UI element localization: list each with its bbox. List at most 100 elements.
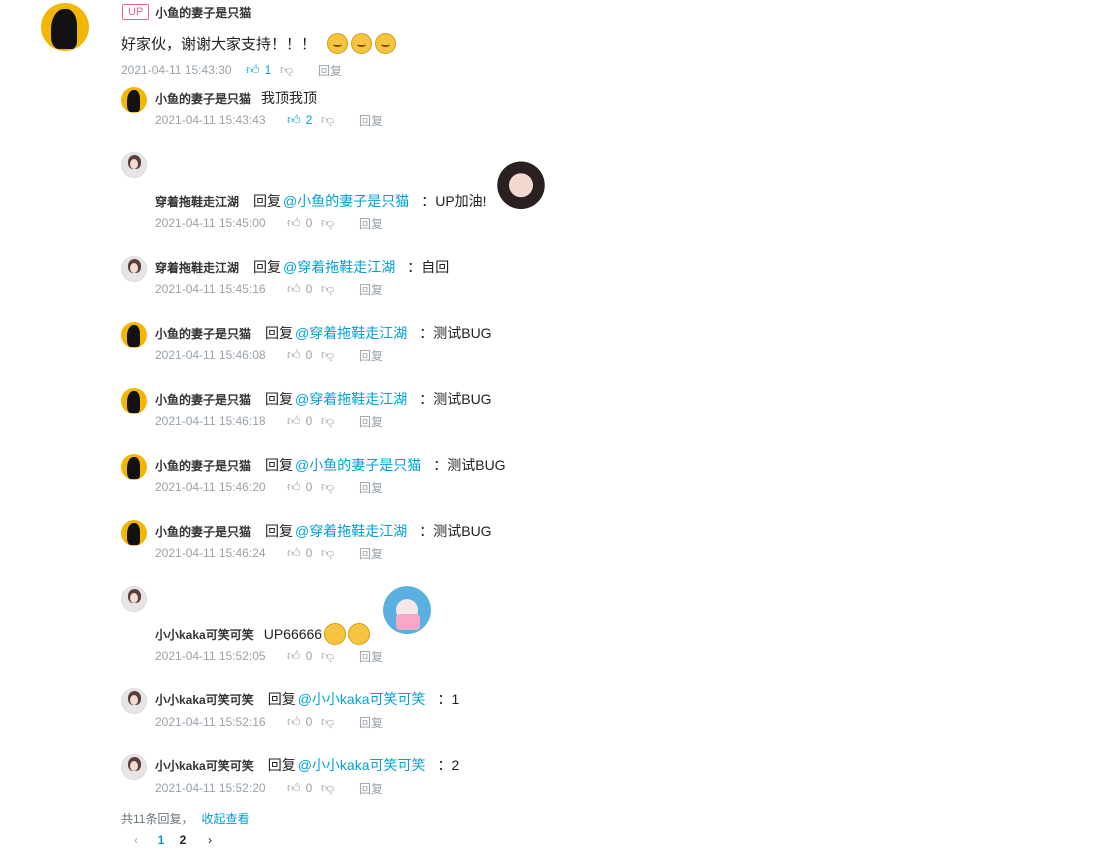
reply-prefix: 回复	[267, 757, 296, 773]
reply-meta: 2021-04-11 15:46:24 👍︎ 0 👎︎ 回复	[155, 544, 383, 562]
reply-text: UP66666	[263, 626, 323, 642]
doge-emoji-icon	[351, 32, 373, 54]
like-count: 0	[305, 480, 313, 494]
like-button[interactable]: 👍︎ 1	[246, 62, 280, 78]
thumbs-down-icon[interactable]: 👎︎	[321, 648, 359, 664]
thumbs-down-icon[interactable]: 👎︎	[321, 112, 359, 128]
mention-link[interactable]: @小小kaka可笑可笑	[298, 689, 426, 709]
thumbs-down-icon[interactable]: 👎︎	[321, 215, 359, 231]
reply-username[interactable]: 小鱼的妻子是只猫	[155, 457, 251, 474]
thumbs-down-icon[interactable]: 👎︎	[321, 479, 359, 495]
reply-text: ：测试BUG	[419, 325, 492, 341]
like-count: 0	[305, 546, 313, 560]
main-comment: UP 小鱼的妻子是只猫 好家伙，谢谢大家支持！！！ 2021-04-11 15:…	[121, 3, 1021, 79]
reply-avatar[interactable]	[121, 520, 147, 546]
reply-username[interactable]: 小小kaka可笑可笑	[155, 626, 254, 643]
reply-username[interactable]: 小鱼的妻子是只猫	[155, 523, 251, 540]
reply-text: ：测试BUG	[419, 391, 492, 407]
main-avatar[interactable]	[41, 3, 89, 51]
like-button[interactable]: 👍︎ 2	[287, 112, 321, 128]
thumbs-down-icon[interactable]: 👎︎	[321, 347, 359, 363]
reply-time: 2021-04-11 15:46:24	[155, 546, 266, 560]
mention-link[interactable]: @小鱼的妻子是只猫	[283, 191, 409, 211]
like-button[interactable]: 👍︎ 0	[287, 413, 321, 429]
reply-button[interactable]: 回复	[359, 347, 383, 364]
reply-button[interactable]: 回复	[359, 413, 383, 430]
reply-content: 穿着拖鞋走江湖 回复 @小鱼的妻子是只猫 ：UP加油!	[155, 191, 487, 211]
reply-prefix: 回复	[265, 325, 294, 341]
reply-button[interactable]: 回复	[318, 62, 342, 79]
like-button[interactable]: 👍︎ 0	[287, 545, 321, 561]
reply-button[interactable]: 回复	[359, 714, 383, 731]
page-1-button[interactable]: 1	[151, 833, 171, 847]
reply-avatar[interactable]	[121, 688, 147, 714]
like-button[interactable]: 👍︎ 0	[287, 347, 321, 363]
collapse-link[interactable]: 收起查看	[201, 812, 249, 826]
thumbs-up-icon: 👍︎	[287, 714, 301, 729]
mention-link[interactable]: @穿着拖鞋走江湖	[295, 389, 407, 409]
reply-button[interactable]: 回复	[359, 545, 383, 562]
reply-avatar[interactable]	[121, 256, 147, 282]
reply-username[interactable]: 穿着拖鞋走江湖	[155, 193, 239, 210]
reply-button[interactable]: 回复	[359, 281, 383, 298]
reply-avatar[interactable]	[121, 754, 147, 780]
reply-username[interactable]: 小鱼的妻子是只猫	[155, 391, 251, 408]
thumbs-up-icon: 👍︎	[287, 281, 301, 296]
reply-button[interactable]: 回复	[359, 112, 383, 129]
reply-avatar[interactable]	[121, 388, 147, 414]
reply-meta: 2021-04-11 15:52:20 👍︎ 0 👎︎ 回复	[155, 779, 383, 797]
main-username[interactable]: 小鱼的妻子是只猫	[155, 4, 251, 21]
reply-avatar[interactable]	[121, 152, 147, 178]
next-page-button[interactable]: ›	[195, 833, 225, 847]
thumbs-up-icon: 👍︎	[287, 112, 301, 127]
mention-link[interactable]: @穿着拖鞋走江湖	[295, 323, 407, 343]
reply-button[interactable]: 回复	[359, 648, 383, 665]
reply-avatar[interactable]	[121, 586, 147, 612]
reply-avatar[interactable]	[121, 322, 147, 348]
reply-username[interactable]: 小小kaka可笑可笑	[155, 757, 254, 774]
thumbs-down-icon[interactable]: 👎︎	[321, 281, 359, 297]
reply-content: 小鱼的妻子是只猫 回复 @穿着拖鞋走江湖 ：测试BUG	[155, 389, 492, 409]
page-2-button[interactable]: 2	[171, 833, 195, 847]
like-button[interactable]: 👍︎ 0	[287, 714, 321, 730]
mention-link[interactable]: @小小kaka可笑可笑	[298, 755, 426, 775]
like-button[interactable]: 👍︎ 0	[287, 479, 321, 495]
reply-username[interactable]: 小鱼的妻子是只猫	[155, 325, 251, 342]
reply-meta: 2021-04-11 15:45:16 👍︎ 0 👎︎ 回复	[155, 280, 383, 298]
like-button[interactable]: 👍︎ 0	[287, 648, 321, 664]
doge-emoji-icon	[375, 32, 397, 54]
up-badge: UP	[122, 4, 150, 20]
pagination: ‹ 1 2 ›	[121, 831, 225, 849]
reply-time: 2021-04-11 15:46:20	[155, 480, 266, 494]
reply-username[interactable]: 穿着拖鞋走江湖	[155, 259, 239, 276]
reply-prefix: 回复	[265, 523, 294, 539]
reply-time: 2021-04-11 15:46:18	[155, 414, 266, 428]
reply-avatar[interactable]	[121, 454, 147, 480]
thumbs-down-icon[interactable]: 👎︎	[321, 413, 359, 429]
like-count: 0	[305, 282, 313, 296]
reply-avatar[interactable]	[121, 87, 147, 113]
thumbs-down-icon[interactable]: 👎︎	[321, 780, 359, 796]
reply-username[interactable]: 小小kaka可笑可笑	[155, 691, 254, 708]
reply-prefix: 回复	[253, 193, 282, 209]
reply-button[interactable]: 回复	[359, 215, 383, 232]
reply-count-text: 共11条回复，	[121, 812, 194, 826]
thumbs-down-icon[interactable]: 👎︎	[321, 545, 359, 561]
mention-link[interactable]: @穿着拖鞋走江湖	[295, 521, 407, 541]
prev-page-button[interactable]: ‹	[121, 833, 151, 847]
like-button[interactable]: 👍︎ 0	[287, 780, 321, 796]
like-count: 0	[305, 216, 313, 230]
reply-username[interactable]: 小鱼的妻子是只猫	[155, 90, 251, 107]
reply-meta: 2021-04-11 15:52:16 👍︎ 0 👎︎ 回复	[155, 713, 383, 731]
reply-text: ：UP加油!	[421, 193, 487, 209]
comment-time: 2021-04-11 15:43:30	[121, 63, 232, 77]
mention-link[interactable]: @穿着拖鞋走江湖	[283, 257, 395, 277]
mention-link[interactable]: @小鱼的妻子是只猫	[295, 455, 421, 475]
thumbs-down-icon[interactable]: 👎︎	[280, 62, 318, 78]
like-button[interactable]: 👍︎ 0	[287, 281, 321, 297]
reply-button[interactable]: 回复	[359, 479, 383, 496]
reply-time: 2021-04-11 15:52:05	[155, 649, 266, 663]
thumbs-down-icon[interactable]: 👎︎	[321, 714, 359, 730]
like-button[interactable]: 👍︎ 0	[287, 215, 321, 231]
reply-button[interactable]: 回复	[359, 780, 383, 797]
